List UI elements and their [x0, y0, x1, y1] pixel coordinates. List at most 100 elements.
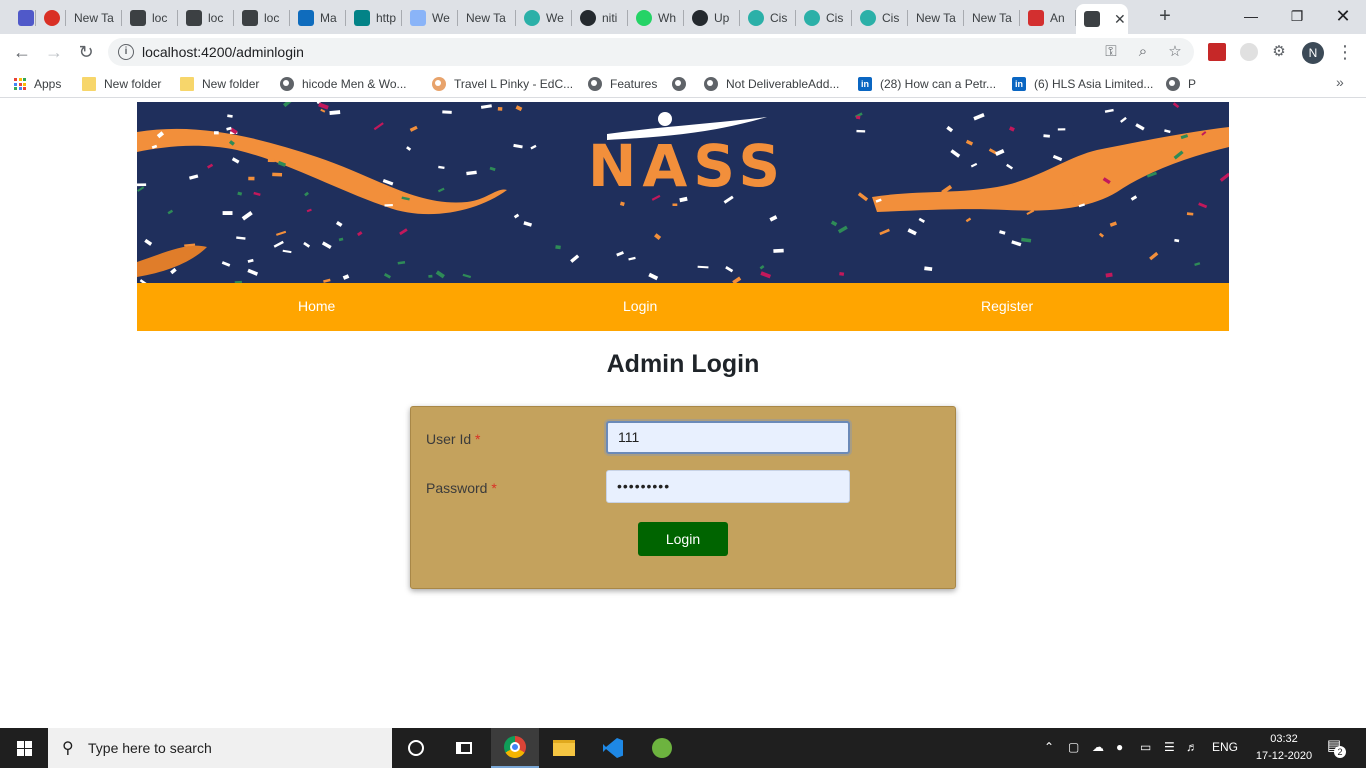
spring-tools-icon[interactable] — [638, 728, 686, 768]
battery-icon[interactable]: ▭ — [1140, 740, 1151, 754]
nav-register-link[interactable]: Register — [981, 298, 1033, 314]
logo-head-shape — [658, 112, 672, 126]
browser-tab[interactable]: New Ta — [458, 4, 516, 32]
extension-gray-icon[interactable] — [1240, 43, 1258, 61]
browser-tab[interactable]: We — [402, 4, 458, 32]
minimize-button[interactable]: — — [1228, 0, 1274, 32]
browser-tab-strip: New Ta loc loc loc Ma http We New Ta We niti Wh Up C… — [0, 0, 1366, 34]
browser-tab[interactable]: New Ta — [964, 4, 1020, 32]
browser-tab-label: loc — [208, 11, 224, 25]
zoom-icon[interactable]: ⌕ — [1134, 43, 1152, 61]
address-bar[interactable]: i localhost:4200/adminlogin ⚿ ⌕ ☆ — [108, 38, 1194, 66]
bookmark-label: New folder — [202, 77, 260, 91]
confetti-piece — [839, 272, 845, 276]
file-explorer-icon[interactable] — [540, 728, 588, 768]
restore-button[interactable]: ❐ — [1274, 0, 1320, 32]
browser-tab-label: Ma — [320, 11, 337, 25]
browser-tab[interactable]: Cis — [852, 4, 908, 32]
browser-tab[interactable]: Wh — [628, 4, 684, 32]
edge-icon — [860, 10, 876, 26]
sharepoint-icon — [354, 10, 370, 26]
task-view-icon[interactable] — [440, 728, 488, 768]
close-tab-icon[interactable]: ✕ — [1114, 11, 1126, 28]
browser-tab-label: New Ta — [916, 11, 956, 25]
userid-label-text: User Id — [426, 431, 472, 447]
chrome-taskbar-icon[interactable] — [491, 728, 539, 768]
browser-tab-label: http — [376, 11, 397, 25]
confetti-piece — [497, 107, 503, 111]
site-navbar: Home Login Register — [137, 283, 1229, 331]
admin-login-form: User Id * 111 Password * ••••••••• Login — [410, 406, 956, 589]
browser-tab[interactable]: New Ta — [908, 4, 964, 32]
volume-icon[interactable]: ♬ — [1186, 740, 1198, 754]
browser-tab[interactable]: ✕ — [1076, 4, 1128, 34]
start-button[interactable] — [0, 728, 48, 768]
browser-tab[interactable]: http — [346, 4, 402, 32]
microphone-icon[interactable]: ● — [1116, 740, 1123, 754]
browser-tab[interactable] — [10, 4, 36, 32]
browser-tab[interactable]: An — [1020, 4, 1076, 32]
bookmark-star-icon[interactable]: ☆ — [1166, 43, 1184, 61]
browser-tab-label: New Ta — [74, 11, 114, 25]
browser-menu-icon[interactable]: ⋮ — [1336, 40, 1354, 64]
browser-tab[interactable]: loc — [178, 4, 234, 32]
confetti-piece — [856, 129, 866, 133]
language-indicator[interactable]: ENG — [1212, 740, 1238, 754]
globe-icon — [704, 77, 718, 91]
bookmark-item[interactable]: Apps — [14, 75, 61, 93]
action-center-icon[interactable]: ▤ 2 — [1322, 736, 1346, 760]
confetti-piece — [222, 211, 233, 215]
nav-login-link[interactable]: Login — [623, 298, 657, 314]
bookmark-item[interactable]: Travel L Pinky - EdC... — [432, 75, 573, 93]
site-info-icon[interactable]: i — [118, 44, 134, 60]
browser-tab-label: loc — [264, 11, 280, 25]
wifi-icon[interactable]: ☰ — [1164, 740, 1175, 754]
bookmark-item[interactable]: New folder — [82, 75, 161, 93]
browser-tab[interactable]: We — [516, 4, 572, 32]
taskbar-search-box[interactable]: ⚲ Type here to search — [48, 728, 392, 768]
bookmark-item[interactable]: in (28) How can a Petr... — [858, 75, 996, 93]
back-button[interactable]: ← — [10, 40, 34, 64]
onedrive-icon[interactable]: ☁ — [1092, 740, 1104, 754]
browser-tab[interactable]: New Ta — [66, 4, 122, 32]
bookmark-label: Apps — [34, 77, 62, 91]
system-clock[interactable]: 03:32 17-12-2020 — [1248, 731, 1320, 765]
nav-home-link[interactable]: Home — [298, 298, 335, 314]
extensions-puzzle-icon[interactable]: ⚙ — [1270, 43, 1288, 61]
bookmark-item[interactable] — [672, 75, 694, 93]
tray-app-icon[interactable]: ▢ — [1068, 740, 1079, 754]
cortana-icon[interactable] — [392, 728, 440, 768]
login-submit-button[interactable]: Login — [638, 522, 728, 556]
profile-avatar[interactable]: N — [1302, 42, 1324, 64]
userid-input[interactable]: 111 — [606, 421, 850, 454]
windows-taskbar: ⚲ Type here to search ⌃ ▢ ☁ ● ▭ ☰ ♬ ENG … — [0, 728, 1366, 768]
globe-icon — [672, 77, 686, 91]
browser-tab[interactable]: Cis — [796, 4, 852, 32]
bookmark-item[interactable]: P — [1166, 75, 1196, 93]
bookmarks-bar: Apps New folder New folder hicode Men & Wo.… — [0, 70, 1366, 98]
url-text[interactable]: localhost:4200/adminlogin — [142, 44, 304, 60]
browser-tab[interactable]: loc — [122, 4, 178, 32]
clock-date: 17-12-2020 — [1255, 750, 1313, 762]
browser-tab[interactable]: Ma — [290, 4, 346, 32]
browser-tab[interactable] — [36, 4, 66, 32]
tray-overflow-icon[interactable]: ⌃ — [1044, 740, 1054, 754]
bookmark-item[interactable]: hicode Men & Wo... — [280, 75, 407, 93]
forward-button[interactable]: → — [42, 40, 66, 64]
browser-tab[interactable]: Cis — [740, 4, 796, 32]
browser-tab[interactable]: loc — [234, 4, 290, 32]
browser-tab[interactable]: Up — [684, 4, 740, 32]
vscode-icon[interactable] — [589, 728, 637, 768]
browser-tab[interactable]: niti — [572, 4, 628, 32]
reload-button[interactable]: ↻ — [74, 40, 98, 64]
password-key-icon[interactable]: ⚿ — [1102, 43, 1120, 61]
password-input[interactable]: ••••••••• — [606, 470, 850, 503]
extension-red-icon[interactable] — [1208, 43, 1226, 61]
bookmark-item[interactable]: Not DeliverableAdd... — [704, 75, 839, 93]
bookmark-item[interactable]: in (6) HLS Asia Limited... — [1012, 75, 1153, 93]
bookmark-item[interactable]: Features — [588, 75, 657, 93]
new-tab-button[interactable]: + — [1154, 6, 1176, 28]
bookmarks-overflow-icon[interactable]: » — [1336, 74, 1344, 90]
bookmark-item[interactable]: New folder — [180, 75, 259, 93]
close-window-button[interactable]: ✕ — [1320, 0, 1366, 32]
